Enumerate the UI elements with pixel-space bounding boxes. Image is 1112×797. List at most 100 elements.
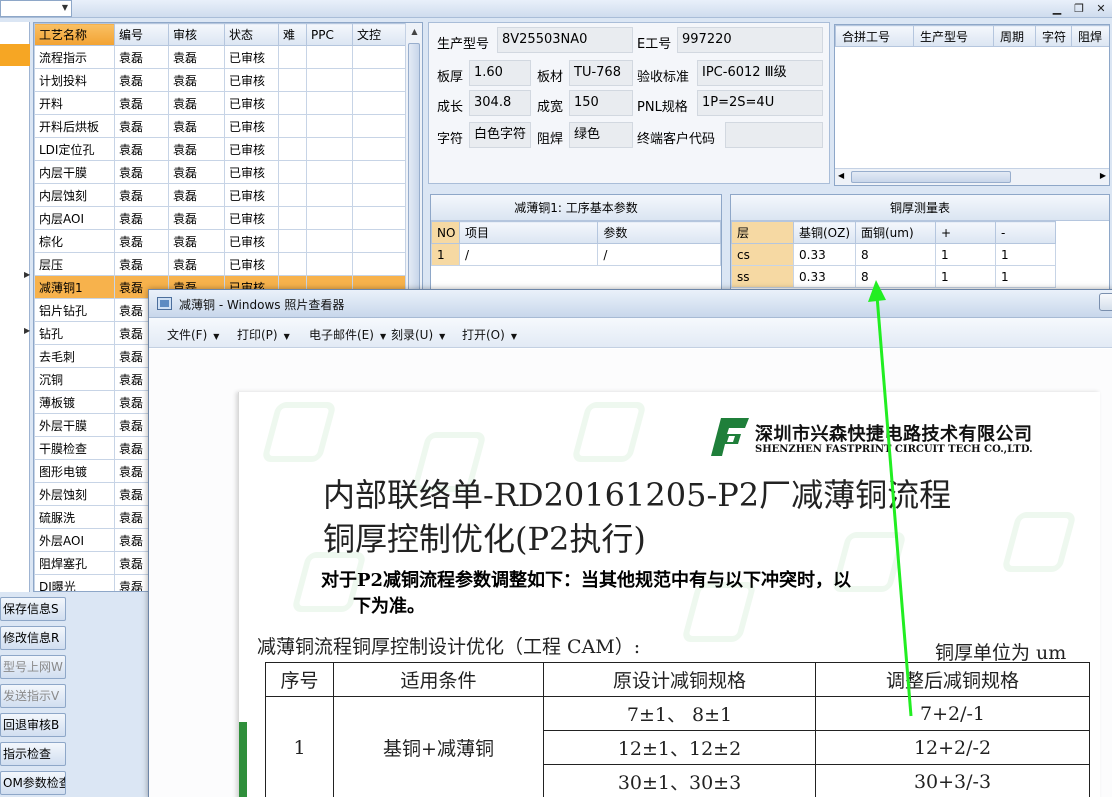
viewer-menu-item[interactable]: 文件(F) ▼ xyxy=(167,326,219,343)
spec-table-header: 原设计减铜规格 xyxy=(543,662,816,697)
combine-grid-header[interactable]: 阻焊 xyxy=(1071,25,1109,47)
process-row[interactable]: 棕化 袁磊 袁磊 已审核 xyxy=(34,229,407,253)
process-grid-header[interactable]: 状态 xyxy=(224,23,279,46)
process-row[interactable]: 流程指示 袁磊 袁磊 已审核 xyxy=(34,45,407,69)
spec-adjusted-cell: 30+3/-3 xyxy=(815,764,1090,797)
spec-original-cell: 7±1、 8±1 xyxy=(543,696,816,731)
standard-field[interactable]: IPC-6012 Ⅲ级 xyxy=(697,60,823,86)
process-cell-name: 阻焊塞孔 xyxy=(34,551,115,575)
minimize-icon[interactable]: ▁ xyxy=(1046,0,1068,17)
selected-tree-item[interactable] xyxy=(0,44,30,66)
process-cell-status: 已审核 xyxy=(224,137,279,161)
combine-grid-header[interactable]: 周期 xyxy=(993,25,1036,47)
viewer-title-bar[interactable]: 减薄铜 - Windows 照片查看器 xyxy=(149,290,1112,318)
combine-grid-header[interactable]: 生产型号 xyxy=(913,25,994,47)
spec-table-header: 调整后减铜规格 xyxy=(815,662,1090,697)
thickness-row[interactable]: cs 0.33 8 1 1 xyxy=(731,243,1056,266)
maximize-icon[interactable] xyxy=(1099,293,1112,311)
top-toolbar: ▼ ▁ ❐ ✕ xyxy=(0,0,1112,18)
combine-grid: 合拼工号 生产型号 周期 字符 阻焊 ◀ ▶ xyxy=(834,24,1110,186)
width-field[interactable]: 150 xyxy=(569,90,633,116)
process-cell-empty xyxy=(306,45,353,69)
process-row[interactable]: 内层AOI 袁磊 袁磊 已审核 xyxy=(34,206,407,230)
viewer-menu-item[interactable]: 打印(P) ▼ xyxy=(237,326,290,343)
company-name-en: SHENZHEN FASTPRINT CIRCUIT TECH CO.,LTD. xyxy=(755,444,1033,455)
thickness-header[interactable]: 基铜(OZ) xyxy=(793,221,856,244)
process-row[interactable]: LDI定位孔 袁磊 袁磊 已审核 xyxy=(34,137,407,161)
left-action-button[interactable]: 回退审核B xyxy=(0,713,66,737)
material-field[interactable]: TU-768 xyxy=(569,60,633,86)
thickness-row[interactable]: ss 0.33 8 1 1 xyxy=(731,265,1056,288)
close-icon[interactable]: ✕ xyxy=(1090,0,1112,17)
combine-grid-header[interactable]: 合拼工号 xyxy=(835,25,914,47)
thickness-header[interactable]: 层 xyxy=(731,221,794,244)
row-pointer-icon: ▶ xyxy=(24,326,31,335)
params-header[interactable]: NO xyxy=(431,221,460,244)
document-title-line2: 铜厚控制优化(P2执行) xyxy=(323,520,646,558)
process-cell-empty xyxy=(278,114,307,138)
left-action-button[interactable]: 发送指示V xyxy=(0,684,66,708)
process-row[interactable]: 计划投料 袁磊 袁磊 已审核 xyxy=(34,68,407,92)
thickness-cell-plus: 1 xyxy=(935,265,996,288)
process-grid-header[interactable]: 编号 xyxy=(114,23,169,46)
thickness-header[interactable]: - xyxy=(995,221,1056,244)
scrollbar-thumb[interactable] xyxy=(408,43,420,293)
viewer-menu-label: 打印(P) xyxy=(237,328,278,342)
process-row[interactable]: 层压 袁磊 袁磊 已审核 xyxy=(34,252,407,276)
scrollbar-thumb[interactable] xyxy=(851,171,1011,183)
process-cell-empty xyxy=(306,114,353,138)
process-row[interactable]: 开料 袁磊 袁磊 已审核 xyxy=(34,91,407,115)
left-action-button[interactable]: 保存信息S xyxy=(0,597,66,621)
viewer-menu-item[interactable]: 打开(O) ▼ xyxy=(462,326,517,343)
character-field[interactable]: 白色字符 xyxy=(469,122,531,148)
combine-grid-header[interactable]: 字符 xyxy=(1035,25,1072,47)
process-grid-header[interactable]: 文控 xyxy=(352,23,407,46)
copper-spec-table: 序号 适用条件 原设计减铜规格 调整后减铜规格 1 基铜+减薄铜 7±1、 8±1 7… xyxy=(265,662,1090,797)
params-header[interactable]: 参数 xyxy=(597,221,721,244)
process-cell-number: 袁磊 xyxy=(114,229,169,253)
mask-field[interactable]: 绿色 xyxy=(569,122,633,148)
scroll-right-icon[interactable]: ▶ xyxy=(1100,171,1106,180)
params-row[interactable]: 1// xyxy=(431,243,721,266)
length-field[interactable]: 304.8 xyxy=(469,90,531,116)
process-cell-status: 已审核 xyxy=(224,68,279,92)
thickness-cell-base: 0.33 xyxy=(793,243,856,266)
process-cell-name: 流程指示 xyxy=(34,45,115,69)
left-action-button[interactable]: 指示检查 xyxy=(0,742,66,766)
params-header[interactable]: 项目 xyxy=(458,221,599,244)
left-action-button[interactable]: OM参数检查 xyxy=(0,771,66,795)
process-cell-empty xyxy=(278,45,307,69)
process-row[interactable]: 开料后烘板 袁磊 袁磊 已审核 xyxy=(34,114,407,138)
chevron-down-icon: ▼ xyxy=(439,332,446,341)
left-action-button[interactable]: 修改信息R xyxy=(0,626,66,650)
process-row[interactable]: 内层干膜 袁磊 袁磊 已审核 xyxy=(34,160,407,184)
scroll-up-icon[interactable]: ▲ xyxy=(406,23,422,40)
process-cell-empty xyxy=(306,183,353,207)
process-row[interactable]: 内层蚀刻 袁磊 袁磊 已审核 xyxy=(34,183,407,207)
process-grid-header[interactable]: PPC xyxy=(306,23,353,46)
process-grid-header[interactable]: 审核 xyxy=(168,23,225,46)
chevron-down-icon: ▼ xyxy=(283,332,290,341)
restore-icon[interactable]: ❐ xyxy=(1068,0,1090,17)
thickness-field[interactable]: 1.60 xyxy=(469,60,531,86)
combine-grid-scrollbar[interactable]: ◀ ▶ xyxy=(835,168,1109,185)
thickness-header[interactable]: 面铜(um) xyxy=(855,221,936,244)
process-cell-reviewer: 袁磊 xyxy=(168,45,225,69)
spec-condition-cell: 基铜+减薄铜 xyxy=(333,696,544,797)
process-cell-number: 袁磊 xyxy=(114,68,169,92)
process-grid-header[interactable]: 工艺名称 xyxy=(34,23,115,46)
pnl-label: PNL规格 xyxy=(637,100,688,115)
scroll-left-icon[interactable]: ◀ xyxy=(838,171,844,180)
process-grid-header[interactable]: 难 xyxy=(278,23,307,46)
viewer-menu-item[interactable]: 刻录(U) ▼ xyxy=(391,326,445,343)
e-number-field[interactable]: 997220 xyxy=(677,27,823,53)
pnl-field[interactable]: 1P=2S=4U xyxy=(697,90,823,116)
process-cell-name: 棕化 xyxy=(34,229,115,253)
top-dropdown[interactable]: ▼ xyxy=(0,0,72,17)
customer-code-field[interactable] xyxy=(725,122,823,148)
left-action-button[interactable]: 型号上网W xyxy=(0,655,66,679)
model-field[interactable]: 8V25503NA0 xyxy=(497,27,633,53)
viewer-menu-item[interactable]: 电子邮件(E) ▼ xyxy=(309,326,386,343)
process-cell-empty xyxy=(278,68,307,92)
thickness-header[interactable]: + xyxy=(935,221,996,244)
